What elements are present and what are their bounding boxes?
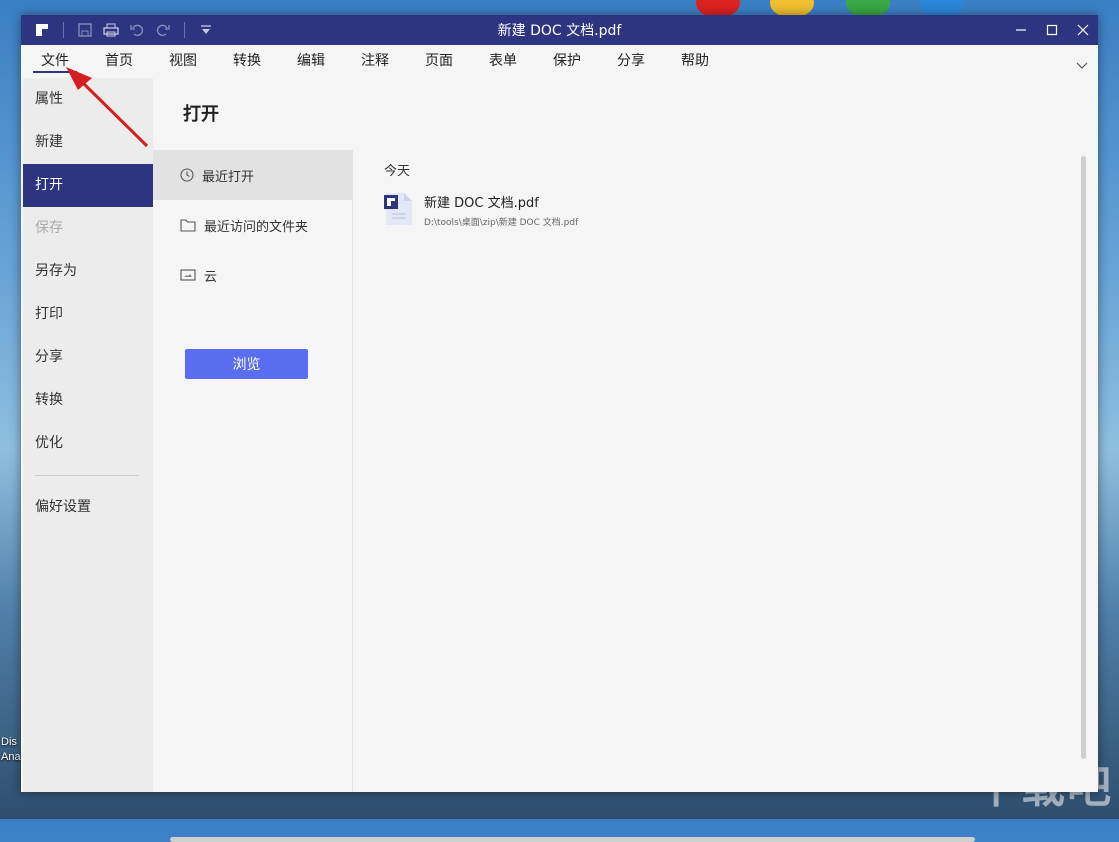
sidebar-item-convert[interactable]: 转换 (23, 379, 153, 422)
sidebar-item-properties[interactable]: 属性 (23, 78, 153, 121)
sidebar-divider (35, 475, 139, 476)
sidebar-item-new[interactable]: 新建 (23, 121, 153, 164)
toolbar-divider (184, 22, 185, 38)
subnav-label: 最近打开 (202, 169, 255, 185)
panel-title: 打开 (183, 104, 219, 125)
chevron-down-icon[interactable] (1076, 55, 1088, 74)
toolbar-divider (63, 22, 64, 38)
subnav-label: 最近访问的文件夹 (204, 219, 309, 235)
sidebar-item-open[interactable]: 打开 (23, 164, 153, 207)
menu-convert[interactable]: 转换 (223, 45, 273, 78)
menu-comment[interactable]: 注释 (351, 45, 401, 78)
cloud-icon (180, 269, 196, 281)
sidebar-item-save: 保存 (35, 220, 63, 236)
print-icon[interactable] (100, 19, 122, 41)
menu-bar: 文件 首页 视图 转换 编辑 注释 页面 表单 保护 分享 帮助 (21, 45, 1098, 78)
sidebar-item-preferences[interactable]: 偏好设置 (23, 486, 153, 529)
save-icon[interactable] (74, 19, 96, 41)
sidebar-item-optimize[interactable]: 优化 (23, 422, 153, 465)
file-backstage: 属性 新建 打开 保存 另存为 打印 分享 转换 优化 偏好设置 打开 最近打开… (21, 78, 1098, 842)
redo-icon[interactable] (152, 19, 174, 41)
sidebar-item-save-as[interactable]: 另存为 (23, 250, 153, 293)
file-path: D:\tools\桌面\zip\新建 DOC 文档.pdf (424, 218, 579, 228)
app-logo-icon[interactable] (31, 19, 53, 41)
pdf-file-icon (384, 193, 412, 225)
sidebar-item-print[interactable]: 打印 (23, 293, 153, 336)
recent-files-list: 今天 新建 DOC 文档.pdf D:\tools\桌面\zip\新建 DOC … (354, 150, 1084, 792)
minimize-button[interactable] (1005, 15, 1036, 45)
vertical-scrollbar[interactable] (1081, 156, 1086, 759)
menu-help[interactable]: 帮助 (671, 45, 721, 78)
sidebar-item-share[interactable]: 分享 (23, 336, 153, 379)
subnav-item-recent[interactable]: 最近打开 (153, 150, 352, 200)
browse-button[interactable]: 浏览 (185, 349, 308, 379)
menu-form[interactable]: 表单 (479, 45, 529, 78)
menu-edit[interactable]: 编辑 (287, 45, 337, 78)
open-subnav: 最近打开 最近访问的文件夹 云 浏览 (153, 150, 353, 792)
customize-icon[interactable] (195, 19, 217, 41)
subnav-label: 云 (204, 269, 218, 285)
maximize-button[interactable] (1036, 15, 1067, 45)
subnav-item-recent-folders[interactable]: 最近访问的文件夹 (153, 200, 352, 250)
clock-icon (180, 168, 194, 182)
desktop-shortcut-label[interactable]: Dis Ana (1, 735, 21, 765)
app-window: 新建 DOC 文档.pdf 文件 首页 视图 转换 编辑 注释 页面 表单 保护… (21, 15, 1098, 842)
menu-page[interactable]: 页面 (415, 45, 465, 78)
menu-home[interactable]: 首页 (95, 45, 145, 78)
file-name: 新建 DOC 文档.pdf (424, 196, 539, 211)
close-button[interactable] (1067, 15, 1098, 45)
undo-icon[interactable] (126, 19, 148, 41)
subnav-item-cloud[interactable]: 云 (153, 250, 352, 300)
menu-protect[interactable]: 保护 (543, 45, 593, 78)
horizontal-scrollbar[interactable] (170, 837, 975, 842)
recent-file-item[interactable]: 新建 DOC 文档.pdf D:\tools\桌面\zip\新建 DOC 文档.… (384, 192, 578, 228)
title-bar: 新建 DOC 文档.pdf (21, 15, 1098, 45)
menu-file[interactable]: 文件 (31, 45, 81, 78)
file-sidebar: 属性 新建 打开 保存 另存为 打印 分享 转换 优化 偏好设置 (23, 78, 153, 792)
folder-icon (180, 219, 196, 232)
menu-view[interactable]: 视图 (159, 45, 209, 78)
menu-share[interactable]: 分享 (607, 45, 657, 78)
group-label-today: 今天 (384, 164, 411, 179)
